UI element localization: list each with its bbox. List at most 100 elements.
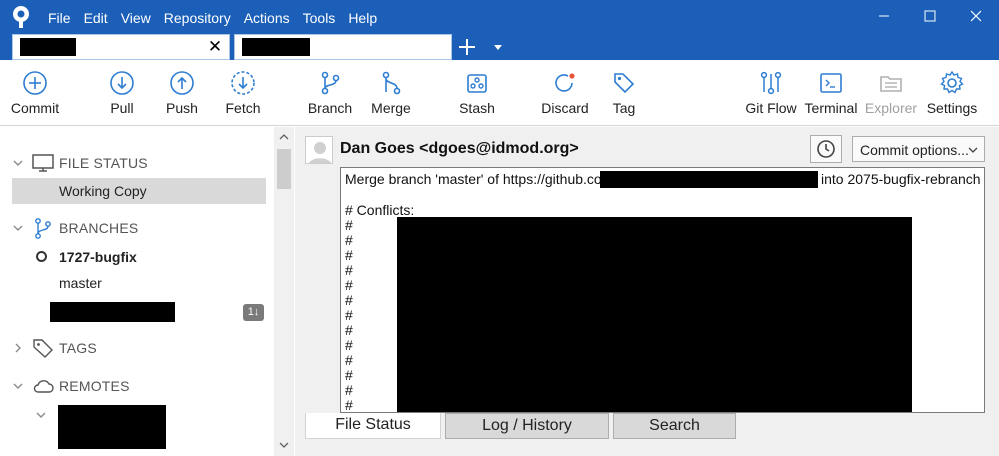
user-avatar-icon — [309, 142, 331, 163]
conflict-line-hash: # — [345, 217, 353, 233]
history-button[interactable] — [810, 135, 842, 163]
branch-button[interactable]: Branch — [306, 60, 354, 126]
minimize-button[interactable] — [861, 0, 907, 32]
tab-log-history[interactable]: Log / History — [445, 413, 609, 439]
settings-label: Settings — [926, 100, 978, 116]
menu-actions[interactable]: Actions — [244, 8, 297, 28]
sidebar-section-file-status[interactable]: FILE STATUS — [0, 150, 270, 176]
sidebar-item-working-copy[interactable]: Working Copy — [12, 178, 266, 204]
scroll-down-arrow-icon[interactable] — [279, 441, 289, 449]
repo-tab[interactable] — [234, 34, 452, 60]
fetch-button[interactable]: Fetch — [222, 60, 264, 126]
chevron-right-icon — [15, 343, 21, 353]
menu-file[interactable]: File — [48, 8, 78, 28]
gear-icon — [940, 70, 964, 94]
sidebar-item-remote-redacted[interactable] — [58, 405, 166, 449]
sidebar-scrollbar[interactable] — [274, 127, 294, 456]
redacted-tab-title — [242, 38, 310, 56]
sidebar-item-branch-redacted[interactable] — [50, 302, 175, 322]
menu-bar: File Edit View Repository Actions Tools … — [48, 8, 390, 28]
conflict-line-hash: # — [345, 292, 353, 308]
commit-options-dropdown[interactable]: Commit options... — [852, 136, 985, 162]
discard-button[interactable]: Discard — [540, 60, 590, 126]
sidebar-item-current-branch[interactable]: 1727-bugfix — [36, 247, 256, 271]
menu-help[interactable]: Help — [348, 8, 384, 28]
git-flow-label: Git Flow — [745, 100, 797, 116]
commit-message-textarea[interactable]: Merge branch 'master' of https://github.… — [340, 167, 985, 413]
sidebar-section-title: FILE STATUS — [59, 155, 148, 171]
commit-message-line-end: into 2075-bugfix-rebranch — [821, 171, 981, 187]
scrollbar-thumb[interactable] — [277, 149, 291, 189]
fetch-icon — [231, 71, 255, 95]
menu-view[interactable]: View — [121, 8, 158, 28]
explorer-label: Explorer — [864, 100, 918, 116]
chevron-down-icon — [13, 383, 23, 389]
branch-icon — [321, 71, 340, 95]
pull-label: Pull — [110, 100, 134, 116]
redacted-tab-title — [20, 38, 76, 56]
git-flow-icon — [760, 71, 782, 95]
title-bar: File Edit View Repository Actions Tools … — [0, 0, 999, 60]
pull-button[interactable]: Pull — [102, 60, 142, 126]
merge-button[interactable]: Merge — [368, 60, 414, 126]
fetch-label: Fetch — [225, 100, 261, 116]
chevron-down-icon — [13, 160, 23, 166]
sidebar-section-tags[interactable]: TAGS — [0, 335, 270, 361]
sidebar-item-label: 1727-bugfix — [59, 249, 137, 265]
menu-tools[interactable]: Tools — [303, 8, 343, 28]
commit-author: Dan Goes <dgoes@idmod.org> — [340, 140, 579, 157]
commit-message-line: Merge branch 'master' of https://github.… — [345, 171, 618, 187]
conflict-line-hash: # — [345, 232, 353, 248]
new-tab-plus-icon[interactable] — [456, 36, 478, 58]
tag-button[interactable]: Tag — [606, 60, 642, 126]
scroll-up-arrow-icon[interactable] — [279, 133, 289, 141]
settings-button[interactable]: Settings — [926, 60, 978, 126]
close-window-button[interactable] — [953, 0, 999, 32]
discard-label: Discard — [541, 100, 589, 116]
tag-icon — [614, 73, 635, 94]
terminal-icon — [820, 73, 842, 93]
push-button[interactable]: Push — [162, 60, 202, 126]
chevron-down-icon — [13, 225, 23, 231]
discard-icon — [555, 73, 575, 92]
tab-file-status[interactable]: File Status — [305, 413, 441, 439]
tab-search[interactable]: Search — [613, 413, 736, 439]
tab-dropdown-chevron-icon[interactable] — [491, 40, 505, 54]
sidebar-item-label: Working Copy — [59, 183, 147, 199]
conflict-line-hash: # — [345, 247, 353, 263]
sidebar-section-remotes[interactable]: REMOTES — [0, 373, 270, 399]
tag-icon — [33, 339, 53, 358]
git-flow-button[interactable]: Git Flow — [744, 60, 798, 126]
conflict-line-hash: # — [345, 397, 353, 413]
sidebar-section-title: TAGS — [59, 340, 97, 356]
sidebar-item-branch-master[interactable]: master — [59, 275, 102, 299]
maximize-icon — [924, 10, 936, 22]
cloud-icon — [33, 380, 54, 393]
menu-edit[interactable]: Edit — [84, 8, 115, 28]
sidebar-item-label: master — [59, 275, 102, 291]
sidebar-section-title: BRANCHES — [59, 220, 139, 236]
terminal-label: Terminal — [804, 100, 858, 116]
conflict-line-hash: # — [345, 322, 353, 338]
explorer-button[interactable]: Explorer — [864, 60, 918, 126]
sourcetree-logo-icon — [13, 6, 29, 28]
chevron-down-icon[interactable] — [35, 409, 47, 421]
commit-message-conflicts: # Conflicts: — [345, 202, 415, 218]
conflict-line-hash: # — [345, 277, 353, 293]
commit-button[interactable]: Commit — [10, 60, 60, 126]
sidebar-section-branches[interactable]: BRANCHES — [0, 215, 270, 241]
conflict-line-hash: # — [345, 382, 353, 398]
sidebar-section-title: REMOTES — [59, 378, 130, 394]
clock-icon — [817, 140, 835, 158]
repo-tab-active[interactable]: ✕ — [12, 34, 230, 60]
avatar — [305, 136, 333, 164]
chevron-down-icon — [968, 147, 978, 153]
menu-repository[interactable]: Repository — [164, 8, 238, 28]
close-tab-button[interactable]: ✕ — [207, 38, 223, 56]
maximize-button[interactable] — [907, 0, 953, 32]
terminal-button[interactable]: Terminal — [804, 60, 858, 126]
stash-button[interactable]: Stash — [456, 60, 498, 126]
push-arrow-up-icon — [170, 71, 194, 95]
toolbar: Commit Pull Push Fetch Branch Merge Stas… — [0, 60, 999, 126]
redacted-repo-path — [600, 171, 818, 188]
